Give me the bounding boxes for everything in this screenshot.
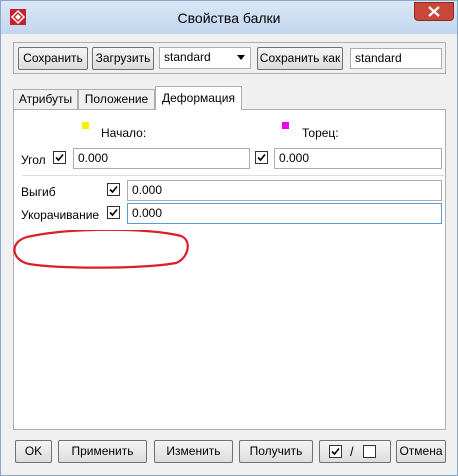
preset-select-value: standard: [164, 50, 211, 64]
end-label: Торец:: [302, 126, 339, 140]
load-button[interactable]: Загрузить: [92, 47, 154, 70]
tab-deformation[interactable]: Деформация: [155, 86, 242, 110]
select-all-checkbox[interactable]: [329, 445, 342, 458]
checkmark-icon: [109, 185, 118, 194]
save-as-button[interactable]: Сохранить как: [257, 47, 343, 70]
angle-label: Угол: [21, 153, 46, 167]
bend-input[interactable]: 0.000: [127, 180, 442, 201]
close-icon: [428, 6, 440, 17]
bend-checkbox[interactable]: [107, 183, 120, 196]
checkmark-icon: [109, 208, 118, 217]
shortening-input[interactable]: 0.000: [127, 203, 442, 224]
preset-toolbar: Сохранить Загрузить standard Сохранить к…: [13, 42, 446, 74]
modify-button[interactable]: Изменить: [154, 440, 233, 463]
beam-properties-dialog: Свойства балки Сохранить Загрузить stand…: [0, 0, 458, 476]
shortening-label: Укорачивание: [21, 208, 100, 222]
angle-end-checkbox[interactable]: [255, 151, 268, 164]
dialog-buttons: OK Применить Изменить Получить / Отмена: [13, 437, 446, 465]
save-as-name-input[interactable]: standard: [350, 48, 442, 69]
toggle-separator: /: [350, 444, 354, 459]
preset-select[interactable]: standard: [159, 47, 251, 69]
check-all-toggle[interactable]: /: [319, 440, 391, 463]
deselect-all-checkbox[interactable]: [363, 445, 376, 458]
dialog-body: Сохранить Загрузить standard Сохранить к…: [9, 34, 449, 467]
checkmark-icon: [55, 153, 64, 162]
angle-start-input[interactable]: 0.000: [73, 148, 250, 169]
chevron-down-icon: [237, 55, 245, 60]
ok-button[interactable]: OK: [15, 440, 52, 463]
deformation-panel: Начало: Торец: Угол 0.000 0.000 Выгиб 0.…: [13, 109, 447, 430]
checkmark-icon: [331, 447, 340, 456]
shortening-checkbox[interactable]: [107, 206, 120, 219]
title-bar[interactable]: Свойства балки: [1, 1, 457, 34]
close-button[interactable]: [414, 2, 454, 21]
bend-label: Выгиб: [21, 185, 56, 199]
window-title: Свойства балки: [177, 10, 281, 26]
tab-attributes[interactable]: Атрибуты: [13, 89, 78, 109]
start-label: Начало:: [101, 126, 147, 140]
end-color-marker: [282, 122, 289, 129]
angle-end-input[interactable]: 0.000: [274, 148, 442, 169]
apply-button[interactable]: Применить: [58, 440, 147, 463]
save-button[interactable]: Сохранить: [18, 47, 88, 70]
cancel-button[interactable]: Отмена: [396, 440, 446, 463]
divider: [22, 175, 447, 176]
checkmark-icon: [257, 153, 266, 162]
angle-start-checkbox[interactable]: [53, 151, 66, 164]
tab-position[interactable]: Положение: [78, 89, 155, 109]
get-button[interactable]: Получить: [239, 440, 313, 463]
start-color-marker: [82, 122, 89, 129]
